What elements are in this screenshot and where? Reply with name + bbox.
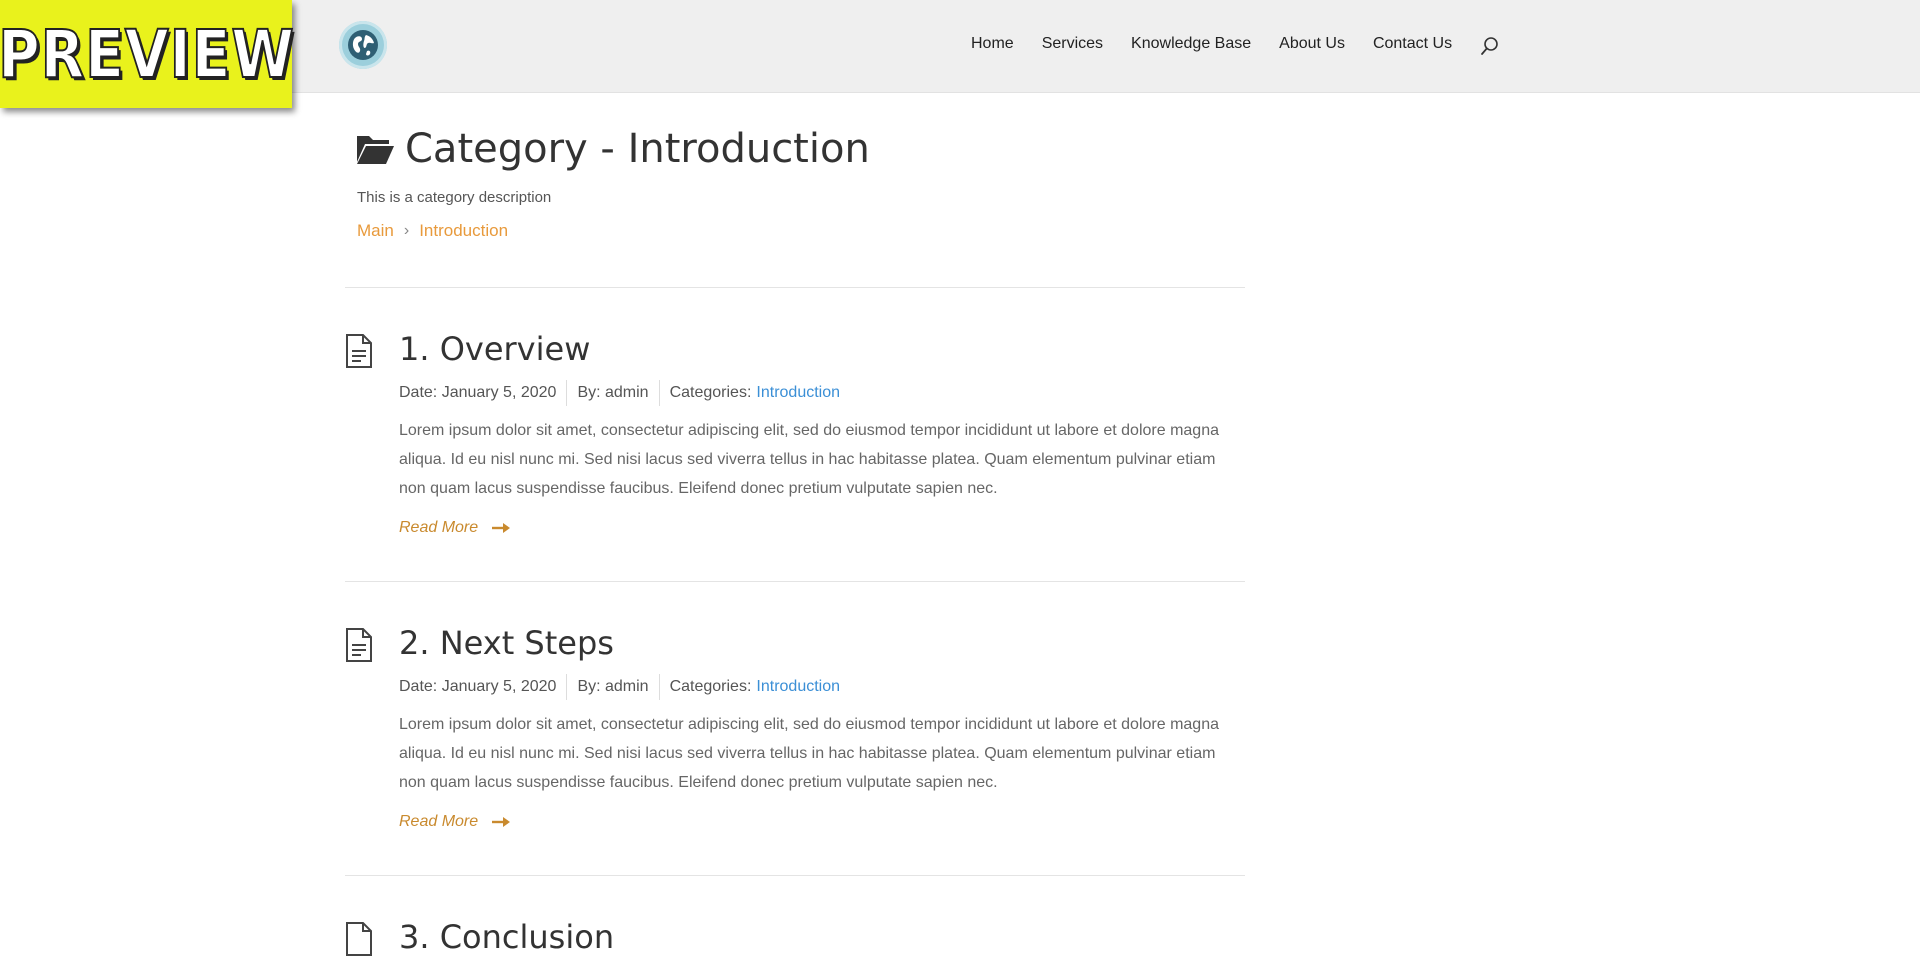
breadcrumb-main[interactable]: Main [357, 221, 394, 241]
article-author: By: admin [577, 678, 649, 695]
preview-badge: PREVIEW [0, 0, 295, 108]
preview-badge-label: PREVIEW [0, 15, 295, 94]
article-category-link[interactable]: Introduction [756, 384, 840, 402]
article-categories-label: Categories: [669, 678, 752, 695]
divider [345, 581, 1245, 582]
meta-separator [658, 380, 660, 406]
search-icon[interactable] [1480, 36, 1500, 56]
site-logo[interactable] [339, 21, 387, 69]
article-title[interactable]: 3. Conclusion [399, 918, 614, 956]
chevron-right-icon: › [403, 222, 410, 239]
nav-item-services[interactable]: Services [1042, 35, 1103, 53]
document-icon [346, 922, 372, 956]
divider [345, 875, 1245, 876]
article-title[interactable]: 1. Overview [399, 330, 590, 368]
meta-separator [566, 674, 568, 700]
nav-item-home[interactable]: Home [971, 35, 1014, 53]
arrow-right-icon [492, 523, 511, 533]
read-more-link[interactable]: Read More [399, 813, 511, 831]
arrow-right-icon [492, 817, 511, 827]
divider [345, 287, 1245, 288]
breadcrumb-introduction[interactable]: Introduction [419, 221, 508, 241]
nav-item-about-us[interactable]: About Us [1279, 35, 1345, 53]
article-date: Date: January 5, 2020 [399, 678, 557, 695]
category-description: This is a category description [357, 189, 552, 206]
read-more-label: Read More [399, 813, 479, 830]
nav-item-contact-us[interactable]: Contact Us [1373, 35, 1452, 53]
article-date: Date: January 5, 2020 [399, 384, 557, 401]
article-excerpt: Lorem ipsum dolor sit amet, consectetur … [399, 716, 1219, 791]
document-icon [346, 334, 372, 368]
document-icon [346, 628, 372, 662]
breadcrumb: Main › Introduction [357, 221, 508, 241]
read-more-label: Read More [399, 519, 479, 536]
article-meta: Date: January 5, 2020 By: admin Categori… [399, 674, 840, 700]
read-more-link[interactable]: Read More [399, 519, 511, 537]
article-excerpt: Lorem ipsum dolor sit amet, consectetur … [399, 422, 1219, 497]
article-author: By: admin [577, 384, 649, 401]
meta-separator [566, 380, 568, 406]
article-meta: Date: January 5, 2020 By: admin Categori… [399, 380, 840, 406]
folder-open-icon [357, 136, 394, 164]
page-title-text: Category - Introduction [405, 126, 870, 172]
meta-separator [658, 674, 660, 700]
main-nav: Home Services Knowledge Base About Us Co… [971, 34, 1500, 56]
article-category-link[interactable]: Introduction [756, 678, 840, 696]
globe-icon [348, 30, 378, 60]
page-title: Category - Introduction [355, 126, 870, 172]
article-title[interactable]: 2. Next Steps [399, 624, 614, 662]
nav-item-knowledge-base[interactable]: Knowledge Base [1131, 35, 1251, 53]
article-categories-label: Categories: [669, 384, 752, 401]
